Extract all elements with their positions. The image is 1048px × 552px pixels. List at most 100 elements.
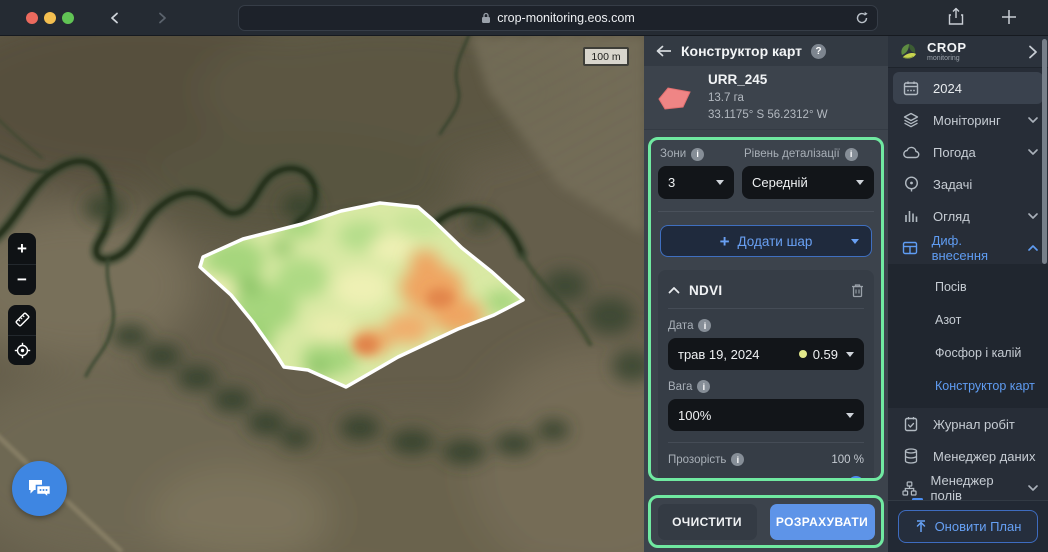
- chevron-down-icon: [851, 239, 859, 244]
- info-icon[interactable]: [691, 148, 704, 161]
- back-arrow-icon[interactable]: [656, 45, 672, 57]
- submenu-item-nitrogen[interactable]: Азот: [888, 303, 1048, 336]
- hierarchy-icon: [902, 481, 918, 496]
- sidebar-item-label: Диф. внесення: [932, 233, 1015, 263]
- map-scale-badge: 100 m: [583, 47, 629, 66]
- map-zoom-control: + −: [8, 233, 36, 295]
- satellite-imagery: [0, 36, 644, 552]
- map-canvas[interactable]: 100 m + −: [0, 36, 644, 552]
- field-name: URR_245: [708, 72, 828, 87]
- field-coordinates: 33.1175° S 56.2312° W: [708, 107, 828, 124]
- grid-table-icon: [902, 241, 919, 255]
- new-tab-icon[interactable]: [1000, 8, 1018, 26]
- sidebar-item-label: Огляд: [933, 209, 970, 224]
- chevron-down-icon: [1028, 149, 1038, 155]
- info-icon[interactable]: [845, 148, 858, 161]
- sidebar-item-label: Задачі: [933, 177, 972, 192]
- sidebar-item-monitoring[interactable]: Моніторинг: [888, 104, 1048, 136]
- info-icon[interactable]: [731, 453, 744, 466]
- url-text: crop-monitoring.eos.com: [497, 11, 635, 25]
- sidebar-item-label: Моніторинг: [933, 113, 1001, 128]
- sidebar-item-weather[interactable]: Погода: [888, 136, 1048, 168]
- crop-monitoring-logo-icon: [898, 41, 920, 63]
- submenu-item-phosphorus[interactable]: Фосфор і калій: [888, 336, 1048, 369]
- opacity-label: Прозорість: [668, 454, 726, 466]
- sidebar-scrollbar[interactable]: [1042, 39, 1047, 264]
- minimize-window-icon[interactable]: [44, 12, 56, 24]
- lock-icon: [481, 12, 491, 24]
- app-logo: CROP monitoring: [888, 36, 1048, 68]
- reload-icon[interactable]: [855, 10, 869, 26]
- chevron-down-icon: [1028, 485, 1038, 491]
- browser-back-icon[interactable]: [103, 6, 127, 30]
- sidebar-footer: Оновити План: [888, 500, 1048, 552]
- clear-button[interactable]: ОЧИСТИТИ: [658, 504, 757, 540]
- detail-level-select[interactable]: Середній: [742, 166, 874, 199]
- field-info[interactable]: URR_245 13.7 га 33.1175° S 56.2312° W: [644, 66, 888, 130]
- help-icon[interactable]: [811, 44, 826, 59]
- weight-label: Вага: [668, 381, 692, 393]
- maximize-window-icon[interactable]: [62, 12, 74, 24]
- zones-label: Зони: [660, 148, 686, 160]
- zoom-out-button[interactable]: −: [8, 264, 36, 295]
- locate-target-icon[interactable]: [8, 335, 36, 365]
- ndvi-value: 0.59: [813, 347, 838, 362]
- measure-ruler-icon[interactable]: [8, 305, 36, 335]
- upload-arrow-icon: [915, 520, 927, 533]
- address-bar[interactable]: crop-monitoring.eos.com: [238, 5, 878, 31]
- chevron-down-icon: [1028, 117, 1038, 123]
- sidebar-item-tasks[interactable]: Задачі: [888, 168, 1048, 200]
- logo-subtitle: monitoring: [927, 55, 967, 62]
- opacity-slider[interactable]: [668, 476, 864, 481]
- weight-select[interactable]: 100%: [668, 399, 864, 431]
- sidebar-item-season[interactable]: 2024: [893, 72, 1043, 104]
- app-window: crop-monitoring.eos.com: [0, 0, 1048, 552]
- opacity-value: 100 %: [831, 454, 864, 466]
- sidebar-item-work-log[interactable]: Журнал робіт: [888, 408, 1048, 440]
- cloud-icon: [902, 146, 920, 159]
- panel-actions: ОЧИСТИТИ РОЗРАХУВАТИ: [648, 495, 884, 548]
- navigation-sidebar: CROP monitoring 2024 Моніторинг: [888, 36, 1048, 552]
- delete-layer-icon[interactable]: [851, 283, 864, 298]
- sidebar-item-label: Журнал робіт: [933, 417, 1015, 432]
- info-icon[interactable]: [698, 319, 711, 332]
- layer-name: NDVI: [689, 283, 722, 298]
- close-window-icon[interactable]: [26, 12, 38, 24]
- calculate-button[interactable]: РОЗРАХУВАТИ: [770, 504, 875, 540]
- collapse-chevron-icon[interactable]: [668, 286, 680, 294]
- collapse-sidebar-icon[interactable]: [1028, 45, 1038, 59]
- sidebar-item-overview[interactable]: Огляд: [888, 200, 1048, 232]
- submenu-item-map-builder[interactable]: Конструктор карт: [888, 369, 1048, 402]
- map-tools-control: [8, 305, 36, 365]
- database-icon: [902, 448, 920, 464]
- browser-forward-icon[interactable]: [150, 6, 174, 30]
- bar-chart-icon: [902, 209, 920, 223]
- clipboard-check-icon: [902, 416, 920, 432]
- sidebar-item-label: Менеджер даних: [933, 449, 1035, 464]
- date-select[interactable]: трав 19, 2024 0.59: [668, 338, 864, 370]
- divider: [658, 211, 874, 212]
- ndvi-layer-card: NDVI Дата трав 19, 2024 0.59: [658, 270, 874, 481]
- chevron-down-icon: [1028, 213, 1038, 219]
- sidebar-item-variable-rate[interactable]: Диф. внесення: [888, 232, 1048, 264]
- map-builder-panel: Конструктор карт URR_245 13.7 га 33.1175…: [644, 36, 888, 552]
- info-icon[interactable]: [697, 380, 710, 393]
- chevron-down-icon: [716, 180, 724, 185]
- browser-chrome: crop-monitoring.eos.com: [0, 0, 1048, 36]
- detail-level-label: Рівень деталізації: [744, 148, 840, 160]
- submenu-item-seeding[interactable]: Посів: [888, 270, 1048, 303]
- add-layer-button[interactable]: + Додати шар: [660, 225, 872, 257]
- zones-select[interactable]: 3: [658, 166, 734, 199]
- divider: [668, 442, 864, 443]
- layers-icon: [902, 112, 920, 128]
- zoom-in-button[interactable]: +: [8, 233, 36, 264]
- slider-thumb[interactable]: [848, 476, 864, 481]
- chat-bubbles-icon: [27, 478, 53, 500]
- divider: [668, 308, 864, 309]
- plus-icon: +: [720, 233, 730, 250]
- support-chat-button[interactable]: [12, 461, 67, 516]
- upgrade-plan-button[interactable]: Оновити План: [898, 510, 1038, 543]
- field-area: 13.7 га: [708, 90, 828, 107]
- sidebar-item-data-manager[interactable]: Менеджер даних: [888, 440, 1048, 472]
- share-icon[interactable]: [948, 7, 964, 27]
